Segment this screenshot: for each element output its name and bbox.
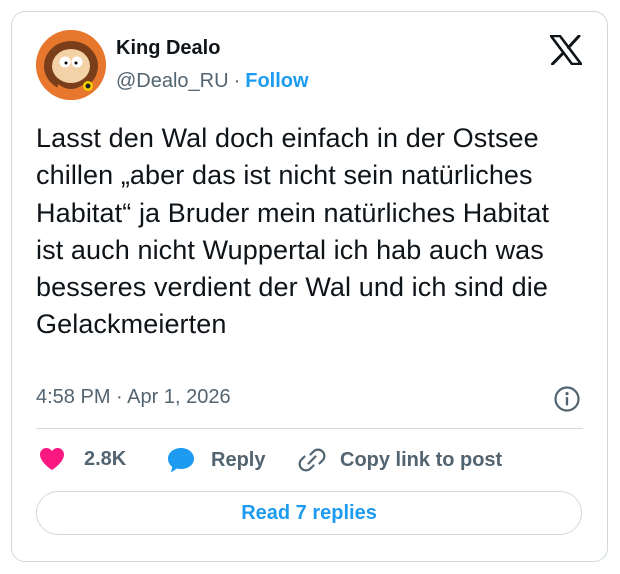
separator-dot: · bbox=[233, 70, 241, 92]
like-button[interactable]: 2.8K bbox=[38, 446, 126, 472]
copy-link-button[interactable]: Copy link to post bbox=[298, 446, 502, 474]
heart-icon bbox=[38, 446, 66, 472]
avatar[interactable] bbox=[36, 30, 106, 100]
tweet-timestamp[interactable]: 4:58 PM · Apr 1, 2026 bbox=[36, 386, 231, 409]
tweet-text: Lasst den Wal doch einfach in der Ostsee… bbox=[36, 123, 550, 340]
copy-link-label: Copy link to post bbox=[340, 448, 503, 471]
follow-button[interactable]: Follow bbox=[245, 70, 308, 92]
speech-bubble-icon bbox=[166, 446, 196, 474]
reply-button[interactable]: Reply bbox=[166, 446, 265, 474]
divider bbox=[36, 428, 583, 429]
x-logo-icon[interactable] bbox=[549, 34, 583, 66]
reply-label: Reply bbox=[211, 448, 266, 471]
info-icon[interactable] bbox=[553, 385, 581, 413]
like-count: 2.8K bbox=[84, 447, 127, 470]
author-name[interactable]: King Dealo bbox=[116, 37, 220, 60]
avatar-image bbox=[36, 30, 106, 100]
author-handle[interactable]: @Dealo_RU bbox=[116, 70, 229, 92]
author-handle-row: @Dealo_RU · Follow bbox=[116, 70, 309, 93]
link-icon bbox=[298, 446, 326, 474]
read-replies-button[interactable]: Read 7 replies bbox=[36, 491, 582, 535]
